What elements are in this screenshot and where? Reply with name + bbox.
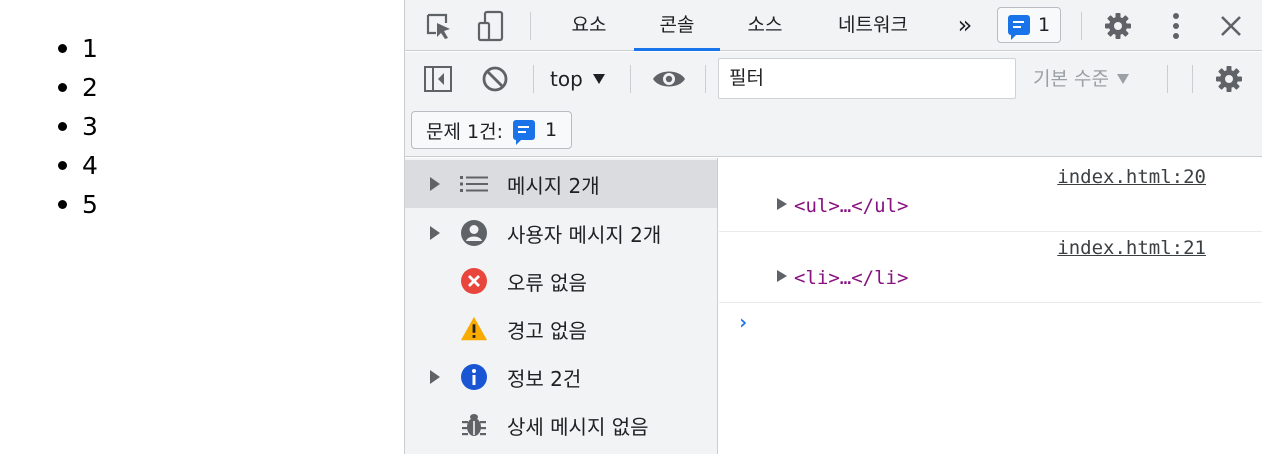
tab-sources[interactable]: 소스 bbox=[727, 0, 803, 51]
device-toolbar-icon[interactable] bbox=[475, 9, 509, 43]
sidebar-item-warnings[interactable]: 경고 없음 bbox=[405, 305, 717, 353]
dom-node-li[interactable]: <li>…</li> bbox=[794, 267, 908, 289]
user-icon bbox=[460, 219, 488, 247]
issues-bar: 문제 1건: 1 bbox=[405, 106, 1262, 157]
list-item: 5 bbox=[58, 185, 98, 224]
console-prompt-icon[interactable]: › bbox=[737, 310, 749, 334]
console-toolbar: top 필터 기본 수준 bbox=[405, 52, 1262, 106]
console-settings-gear-icon[interactable] bbox=[1213, 63, 1245, 95]
settings-gear-icon[interactable] bbox=[1102, 10, 1134, 42]
dropdown-arrow-icon bbox=[1116, 74, 1129, 84]
tab-elements[interactable]: 요소 bbox=[551, 0, 627, 51]
close-icon[interactable] bbox=[1215, 10, 1247, 42]
sidebar-item-user-messages[interactable]: 사용자 메시지 2개 bbox=[405, 209, 717, 257]
dom-node-ul[interactable]: <ul>…</ul> bbox=[794, 195, 908, 217]
expand-arrow-icon[interactable] bbox=[430, 177, 440, 191]
issues-bar-count: 1 bbox=[544, 119, 558, 141]
source-link[interactable]: index.html:21 bbox=[1057, 237, 1206, 259]
list-item: 2 bbox=[58, 68, 98, 107]
sidebar-item-verbose[interactable]: 상세 메시지 없음 bbox=[405, 401, 717, 449]
error-icon bbox=[460, 267, 488, 295]
sidebar-toggle-icon[interactable] bbox=[421, 63, 455, 95]
list-item: 4 bbox=[58, 146, 98, 185]
devtools-tab-bar: 요소 콘솔 소스 네트워크 » 1 bbox=[405, 0, 1262, 51]
source-link[interactable]: index.html:20 bbox=[1057, 166, 1206, 188]
more-options-icon[interactable] bbox=[1163, 10, 1189, 42]
issues-badge-button[interactable]: 1 bbox=[997, 7, 1062, 43]
info-icon bbox=[460, 363, 488, 391]
tab-console[interactable]: 콘솔 bbox=[634, 0, 720, 51]
issues-count: 1 bbox=[1038, 14, 1051, 36]
log-levels-dropdown[interactable]: 기본 수준 bbox=[1033, 64, 1129, 94]
expand-arrow-icon[interactable] bbox=[777, 270, 787, 282]
message-icon bbox=[512, 120, 535, 145]
console-message: index.html:21 <li>…</li> bbox=[719, 232, 1262, 303]
clear-console-icon[interactable] bbox=[479, 63, 511, 95]
sidebar-item-messages[interactable]: 메시지 2개 bbox=[405, 160, 717, 208]
bug-icon bbox=[460, 411, 488, 439]
expand-arrow-icon[interactable] bbox=[430, 370, 440, 384]
console-output: index.html:20 <ul>…</ul> index.html:21 <… bbox=[719, 158, 1262, 454]
context-selector[interactable]: top bbox=[550, 64, 605, 94]
console-sidebar: 메시지 2개 사용자 메시지 2개 오류 없음 경고 없음 정보 2건 상세 메… bbox=[405, 158, 718, 454]
list-item: 3 bbox=[58, 107, 98, 146]
tab-network[interactable]: 네트워크 bbox=[818, 0, 928, 51]
console-message: index.html:20 <ul>…</ul> bbox=[719, 158, 1262, 232]
sidebar-item-errors[interactable]: 오류 없음 bbox=[405, 257, 717, 305]
warning-icon bbox=[460, 315, 488, 343]
message-icon bbox=[1008, 15, 1030, 40]
sidebar-item-info[interactable]: 정보 2건 bbox=[405, 353, 717, 401]
issues-bar-label: 문제 1건: bbox=[426, 120, 503, 143]
list-icon bbox=[460, 170, 488, 198]
inspect-element-icon[interactable] bbox=[423, 11, 455, 41]
page-bullet-list: 1 2 3 4 5 bbox=[58, 29, 98, 224]
live-expression-eye-icon[interactable] bbox=[649, 63, 689, 95]
dropdown-arrow-icon bbox=[592, 74, 605, 84]
devtools-panel: 요소 콘솔 소스 네트워크 » 1 top 필터 기본 수준 문제 1건: 1 … bbox=[404, 0, 1262, 454]
context-label: top bbox=[550, 67, 583, 91]
log-levels-label: 기본 수준 bbox=[1033, 68, 1109, 90]
filter-input[interactable]: 필터 bbox=[718, 58, 1016, 99]
list-item: 1 bbox=[58, 29, 98, 68]
more-tabs-button[interactable]: » bbox=[947, 0, 983, 51]
issues-bar-button[interactable]: 문제 1건: 1 bbox=[411, 111, 573, 149]
expand-arrow-icon[interactable] bbox=[430, 226, 440, 240]
expand-arrow-icon[interactable] bbox=[777, 198, 787, 210]
